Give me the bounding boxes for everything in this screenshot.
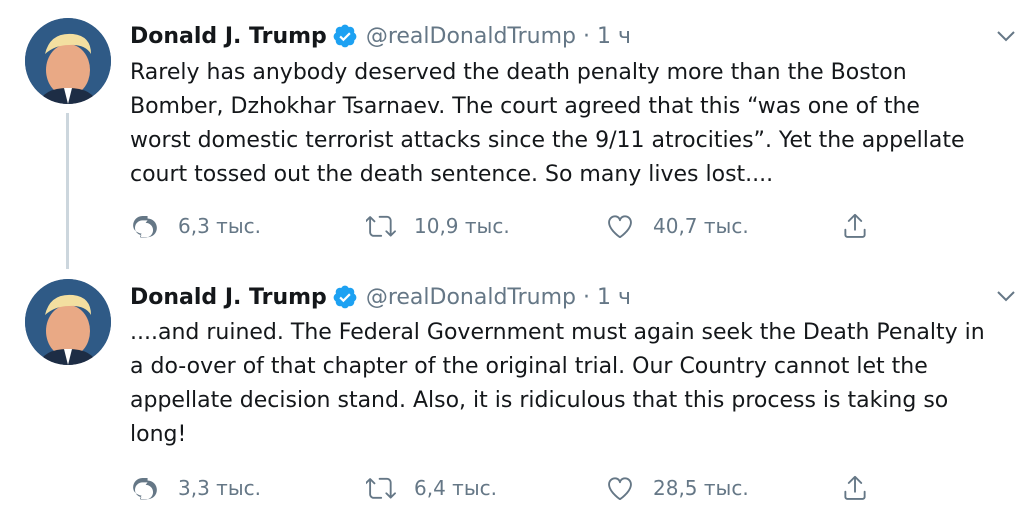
retweet-count: 6,4 тыс.: [414, 476, 497, 500]
retweet-icon: [366, 477, 396, 499]
tweet[interactable]: Donald J. Trump @realDonaldTrump · 1 ч .…: [0, 262, 1032, 515]
heart-icon: [608, 477, 632, 501]
verified-badge-icon: [333, 24, 357, 48]
avatar[interactable]: [25, 279, 111, 365]
tweet-actions: 3,3 тыс. 6,4 тыс. 28,5 тыс.: [130, 471, 890, 505]
like-count: 40,7 тыс.: [653, 214, 749, 238]
separator-dot: ·: [583, 284, 590, 310]
like-button[interactable]: 28,5 тыс.: [605, 471, 749, 505]
retweet-icon: [366, 215, 396, 237]
chevron-down-icon[interactable]: [994, 24, 1018, 48]
timestamp[interactable]: 1 ч: [597, 24, 631, 49]
tweet-thread: Donald J. Trump @realDonaldTrump · 1 ч R…: [0, 0, 1032, 515]
tweet-text-line: court tossed out the death sentence. So …: [130, 162, 774, 187]
tweet-text-line: Bomber, Dzhokhar Tsarnaev. The court agr…: [130, 94, 920, 119]
tweet[interactable]: Donald J. Trump @realDonaldTrump · 1 ч R…: [0, 0, 1032, 262]
share-button[interactable]: [840, 209, 870, 243]
reply-button[interactable]: 3,3 тыс.: [130, 471, 261, 505]
share-icon: [844, 475, 866, 500]
tweet-actions: 6,3 тыс. 10,9 тыс. 40,7 тыс.: [130, 209, 890, 243]
retweet-button[interactable]: 10,9 тыс.: [366, 209, 510, 243]
tweet-text: Rarely has anybody deserved the death pe…: [130, 56, 1010, 192]
retweet-count: 10,9 тыс.: [414, 214, 510, 238]
tweet-text-line: Rarely has anybody deserved the death pe…: [130, 60, 907, 85]
tweet-text-line: long!: [130, 422, 187, 447]
retweet-button[interactable]: 6,4 тыс.: [366, 471, 497, 505]
reply-button[interactable]: 6,3 тыс.: [130, 209, 261, 243]
separator-dot: ·: [583, 23, 590, 49]
tweet-text-line: ....and ruined. The Federal Government m…: [130, 320, 985, 345]
like-count: 28,5 тыс.: [653, 476, 749, 500]
tweet-text-line: worst domestic terrorist attacks since t…: [130, 128, 965, 153]
tweet-text: ....and ruined. The Federal Government m…: [130, 316, 1010, 452]
chevron-down-icon[interactable]: [994, 284, 1018, 308]
heart-icon: [608, 215, 632, 239]
reply-icon: [133, 478, 157, 500]
tweet-header: Donald J. Trump @realDonaldTrump · 1 ч: [130, 280, 631, 314]
tweet-text-line: appellate decision stand. Also, it is ri…: [130, 388, 949, 413]
share-button[interactable]: [840, 471, 870, 505]
author-name[interactable]: Donald J. Trump: [130, 24, 327, 49]
author-handle[interactable]: @realDonaldTrump: [366, 24, 576, 49]
timestamp[interactable]: 1 ч: [597, 285, 631, 310]
tweet-header: Donald J. Trump @realDonaldTrump · 1 ч: [130, 19, 631, 53]
reply-icon: [133, 216, 157, 238]
reply-count: 6,3 тыс.: [178, 214, 261, 238]
verified-badge-icon: [333, 285, 357, 309]
author-handle[interactable]: @realDonaldTrump: [366, 285, 576, 310]
share-icon: [844, 213, 866, 238]
avatar[interactable]: [25, 18, 111, 104]
reply-count: 3,3 тыс.: [178, 476, 261, 500]
tweet-text-line: a do-over of that chapter of the origina…: [130, 354, 928, 379]
like-button[interactable]: 40,7 тыс.: [605, 209, 749, 243]
author-name[interactable]: Donald J. Trump: [130, 285, 327, 310]
